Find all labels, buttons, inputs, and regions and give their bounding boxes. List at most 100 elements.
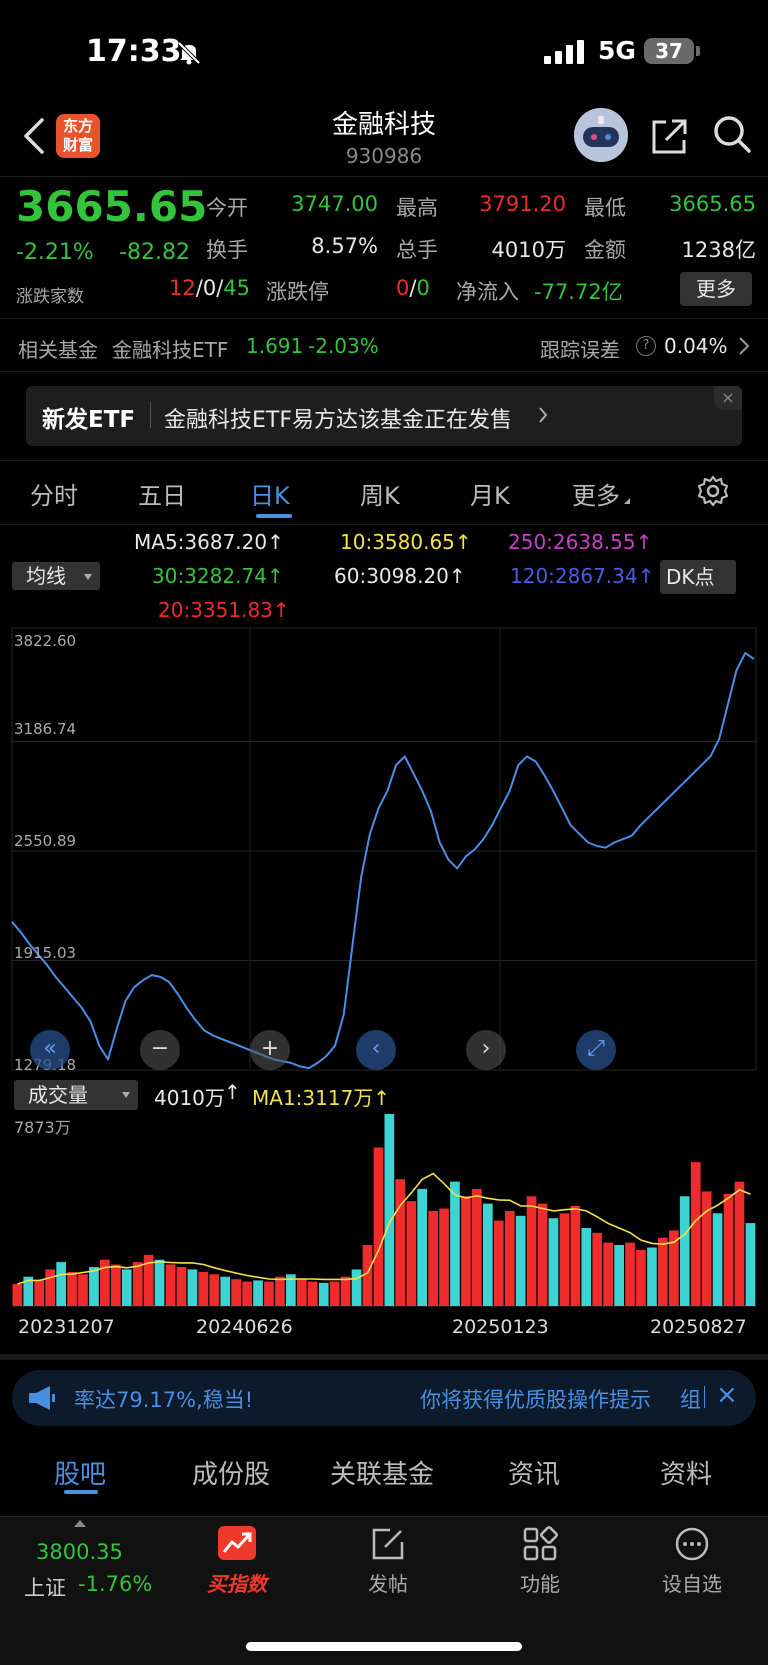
volume-bar — [614, 1245, 624, 1306]
compose-icon[interactable] — [370, 1526, 406, 1562]
tab-stock-forum[interactable]: 股吧 — [54, 1454, 106, 1491]
related-fund-label: 相关基金 — [18, 338, 98, 362]
tab-monthly-k[interactable]: 月K — [470, 476, 510, 511]
function-label[interactable]: 功能 — [500, 1568, 580, 1597]
post-label[interactable]: 发帖 — [348, 1568, 428, 1597]
battery-tip — [696, 46, 700, 56]
volume-bar — [12, 1284, 23, 1306]
volume-bar — [603, 1242, 613, 1306]
banner-tag: 新发ETF — [42, 407, 136, 433]
nav-divider — [0, 1516, 768, 1517]
volume-bar — [406, 1201, 417, 1306]
volume-label: 总手 — [396, 238, 438, 262]
ticker-text-1: 率达79.17%,稳当! — [74, 1388, 254, 1412]
tab-profile[interactable]: 资料 — [660, 1454, 712, 1491]
prev-page-button[interactable]: « — [30, 1030, 70, 1070]
limit-label: 涨跌停 — [266, 280, 329, 304]
grid-function-icon[interactable] — [522, 1526, 558, 1562]
volume-bar-chart[interactable] — [0, 1110, 768, 1310]
ma120-value: 120:2867.34↑ — [510, 564, 655, 588]
low-label: 最低 — [584, 196, 626, 220]
open-label: 今开 — [206, 196, 248, 220]
cellular-signal-icon — [544, 40, 584, 64]
shanghai-index-change[interactable]: -1.76% — [78, 1572, 152, 1596]
ticker-separator — [704, 1386, 705, 1408]
scroll-left-button[interactable]: ‹ — [356, 1030, 396, 1070]
volume-bar — [581, 1228, 592, 1306]
breadth-label: 涨跌家数 — [16, 287, 84, 307]
tab-constituents[interactable]: 成份股 — [192, 1454, 270, 1491]
high-label: 最高 — [396, 196, 438, 220]
more-button[interactable]: 更多 — [680, 272, 752, 306]
volume-bar — [439, 1208, 449, 1306]
amount-value: 1238亿 — [681, 238, 756, 262]
expand-up-icon[interactable] — [74, 1520, 86, 1527]
related-fund-name[interactable]: 金融科技ETF — [112, 334, 228, 363]
battery-icon: 37 — [644, 38, 694, 64]
volume-bar — [461, 1196, 471, 1306]
ticker-text-2: 你将获得优质股操作提示 — [420, 1388, 651, 1412]
inflow-value: -77.72亿 — [534, 280, 623, 304]
header-divider — [0, 176, 768, 177]
buy-index-label[interactable]: 买指数 — [196, 1568, 278, 1597]
tab-more-indicator — [624, 498, 630, 504]
volume-bar — [515, 1215, 526, 1306]
buy-index-icon[interactable] — [218, 1526, 256, 1560]
banner-divider — [150, 402, 151, 428]
breadth-value: 12/0/45 — [169, 276, 250, 300]
dk-point-button[interactable]: DK点 — [660, 560, 736, 594]
search-icon[interactable] — [712, 114, 752, 154]
more-options-icon[interactable] — [674, 1526, 710, 1562]
scroll-right-button[interactable]: › — [466, 1030, 506, 1070]
tab-five-day[interactable]: 五日 — [138, 476, 186, 511]
active-tab-indicator — [256, 514, 292, 518]
change-value: -82.82 — [119, 240, 190, 265]
banner-close-button[interactable]: × — [714, 386, 742, 410]
tab-weekly-k[interactable]: 周K — [360, 476, 400, 511]
volume-bar — [220, 1276, 231, 1306]
tab-related-funds[interactable]: 关联基金 — [330, 1454, 434, 1491]
volume-bar — [483, 1203, 493, 1306]
price-line-chart[interactable] — [0, 624, 768, 1074]
shanghai-index-name[interactable]: 上证 — [24, 1572, 66, 1602]
zoom-out-button[interactable]: − — [140, 1030, 180, 1070]
limit-value: 0/0 — [396, 276, 430, 300]
zoom-in-button[interactable]: + — [250, 1030, 290, 1070]
help-icon[interactable]: ? — [636, 336, 656, 356]
change-pct: -2.21% — [16, 240, 94, 265]
ma30-value: 30:3282.74↑ — [152, 564, 284, 588]
volume-bar — [275, 1276, 285, 1306]
assistant-robot-icon[interactable] — [574, 108, 628, 162]
volume-bar — [121, 1269, 132, 1306]
share-icon[interactable] — [650, 116, 690, 156]
inflow-label: 净流入 — [456, 280, 519, 304]
volume-bar — [745, 1223, 756, 1306]
volume-dropdown[interactable]: 成交量 — [14, 1080, 138, 1110]
volume-bar — [395, 1179, 406, 1306]
ticker-close-button[interactable]: × — [716, 1380, 738, 1410]
volume-bar — [329, 1281, 340, 1306]
volume-bar — [165, 1264, 176, 1306]
amount-label: 金额 — [584, 238, 626, 262]
shanghai-index-value[interactable]: 3800.35 — [36, 1540, 123, 1564]
tab-daily-k[interactable]: 日K — [250, 476, 290, 511]
tab-more[interactable]: 更多 — [572, 476, 620, 511]
volume-bar — [89, 1267, 99, 1306]
tab-news[interactable]: 资讯 — [508, 1454, 560, 1491]
turnover-label: 换手 — [206, 238, 248, 262]
ticker-text-3: 组 — [680, 1388, 701, 1412]
watchlist-label[interactable]: 设自选 — [652, 1568, 732, 1597]
volume-bar — [636, 1249, 646, 1306]
y-tick-label: 3822.60 — [14, 632, 77, 650]
gear-icon[interactable] — [696, 474, 730, 508]
high-value: 3791.20 — [479, 192, 566, 216]
open-value: 3747.00 — [291, 192, 378, 216]
tab-intraday[interactable]: 分时 — [30, 476, 78, 511]
low-value: 3665.65 — [669, 192, 756, 216]
fullscreen-button[interactable]: ⤢ — [576, 1030, 616, 1070]
volume-bar — [176, 1267, 187, 1306]
banner-text: 金融科技ETF易方达该基金正在发售 — [164, 408, 512, 433]
ma-dropdown[interactable]: 均线 — [12, 562, 100, 590]
volume-up-arrow: ↑ — [224, 1080, 241, 1104]
volume-bar — [45, 1269, 55, 1306]
